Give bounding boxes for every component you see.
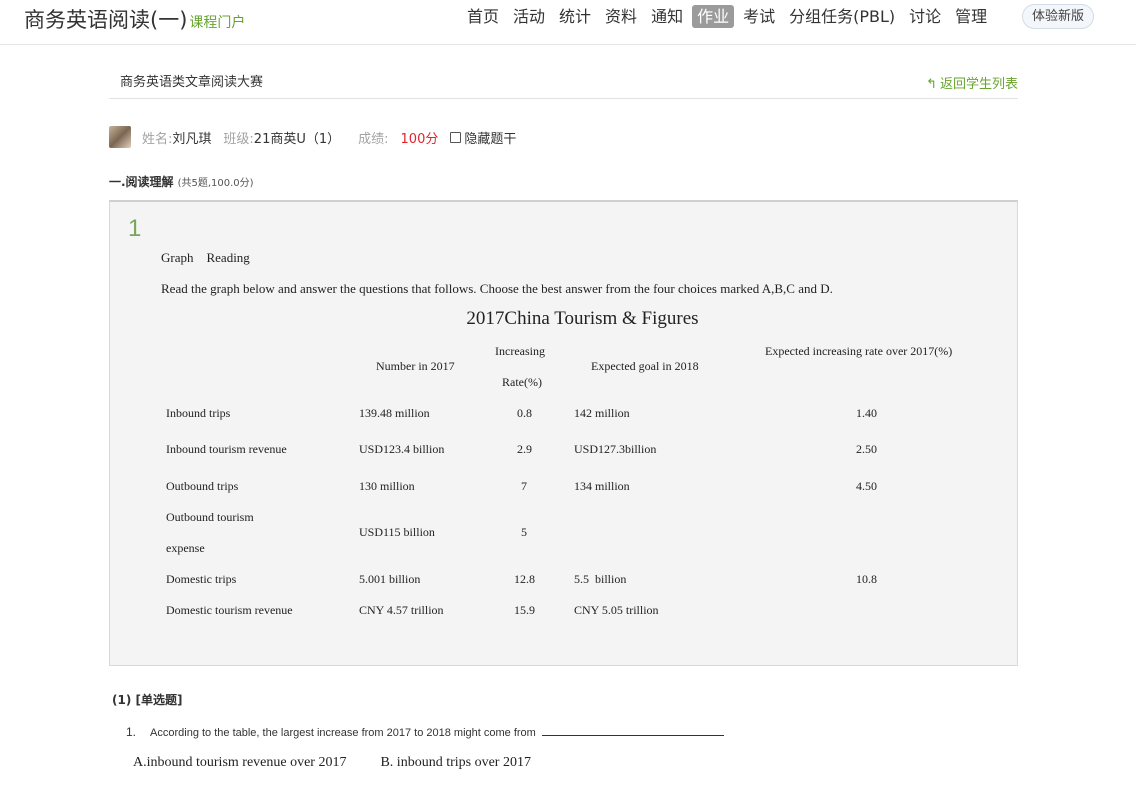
- sub-question-stem: According to the table, the largest incr…: [150, 727, 536, 739]
- cell-number: 139.48 million: [359, 406, 430, 420]
- cell-goal: 134 million: [574, 479, 630, 493]
- back-link-label: 返回学生列表: [939, 77, 1018, 92]
- try-new-version-button[interactable]: 体验新版: [1022, 4, 1094, 29]
- student-name: 刘凡琪: [172, 131, 212, 147]
- question-stem-box: 1 Graph Reading Read the graph below and…: [109, 200, 1018, 666]
- cell-number: USD123.4 billion: [359, 442, 445, 456]
- course-title: 商务英语阅读(一) 课程门户: [24, 4, 245, 34]
- cell-rate: 2.9: [517, 442, 532, 456]
- question-instruction: Read the graph below and answer the ques…: [161, 281, 833, 296]
- work-title: 商务英语类文章阅读大赛: [120, 75, 264, 90]
- cell-number: CNY 4.57 trillion: [359, 603, 444, 617]
- cell-goal: USD127.3billion: [574, 442, 657, 456]
- section-subtitle: (共5题,100.0分): [177, 178, 254, 189]
- option-b: B. inbound trips over 2017: [380, 755, 531, 770]
- cell-item: Domestic tourism revenue: [166, 603, 293, 617]
- cell-rate: 15.9: [514, 603, 535, 617]
- hide-stem-checkbox[interactable]: [450, 131, 462, 143]
- class-label: 班级:: [223, 131, 254, 147]
- cell-rate: 0.8: [517, 406, 532, 420]
- student-info: 姓名: 刘凡琪 班级: 21商英U（1） 成绩: 100分 隐藏题干: [109, 125, 516, 149]
- cell-goal: CNY 5.05 trillion: [574, 603, 659, 617]
- nav-item-activity[interactable]: 活动: [508, 5, 550, 28]
- student-score: 100分: [400, 131, 439, 147]
- header-expected-rate: Expected increasing rate over 2017(%): [765, 344, 953, 358]
- nav-item-notices[interactable]: 通知: [646, 5, 688, 28]
- answer-blank: [541, 726, 724, 736]
- cell-item: Outbound trips: [166, 479, 239, 493]
- option-a: A.inbound tourism revenue over 2017: [133, 755, 347, 770]
- cell-item: Inbound trips: [166, 406, 231, 420]
- cell-rate: 12.8: [514, 572, 535, 586]
- nav-item-homework[interactable]: 作业: [692, 4, 735, 28]
- course-title-text: 商务英语阅读(一): [24, 8, 188, 32]
- cell-number: 130 million: [359, 479, 415, 493]
- avatar: [109, 126, 131, 148]
- student-class: 21商英U（1）: [253, 131, 341, 147]
- nav-item-manage[interactable]: 管理: [950, 5, 992, 28]
- table-title: 2017China Tourism & Figures: [466, 308, 699, 329]
- cell-expected-rate: 4.50: [856, 479, 877, 493]
- header-rate: Rate(%): [502, 375, 542, 389]
- header-increasing: Increasing: [495, 344, 545, 358]
- header-number-2017: Number in 2017: [376, 359, 455, 373]
- cell-rate: 7: [521, 479, 527, 493]
- sub-question-number: 1.: [126, 725, 137, 739]
- back-to-student-list-link[interactable]: ↰ 返回学生列表: [926, 73, 1018, 92]
- cell-expected-rate: 2.50: [856, 442, 877, 456]
- cell-item: Outbound tourism: [166, 510, 254, 524]
- course-portal-link[interactable]: 课程门户: [189, 15, 245, 31]
- answer-options: A.inbound tourism revenue over 2017 B. in…: [133, 755, 531, 771]
- score-label: 成绩:: [358, 131, 389, 147]
- nav-item-home[interactable]: 首页: [462, 5, 504, 28]
- cell-expected-rate: 10.8: [856, 572, 877, 586]
- cell-number: USD115 billion: [359, 525, 435, 539]
- cell-rate: 5: [521, 525, 527, 539]
- section-title: 一.阅读理解 (共5题,100.0分): [109, 173, 254, 190]
- work-header: 商务英语类文章阅读大赛 ↰ 返回学生列表: [109, 62, 1018, 99]
- back-arrow-icon: ↰: [926, 77, 937, 92]
- cell-item: Inbound tourism revenue: [166, 442, 287, 456]
- header-goal-2018: Expected goal in 2018: [591, 359, 699, 373]
- cell-number: 5.001 billion: [359, 572, 421, 586]
- sub-question-text: 1. According to the table, the largest in…: [126, 725, 724, 739]
- top-navigation-bar: 商务英语阅读(一) 课程门户 首页 活动 统计 资料 通知 作业 考试 分组任务(…: [0, 0, 1136, 45]
- nav-item-discussion[interactable]: 讨论: [904, 5, 946, 28]
- cell-goal: 142 million: [574, 406, 630, 420]
- cell-goal: 5.5 billion: [574, 572, 627, 586]
- nav-item-materials[interactable]: 资料: [600, 5, 642, 28]
- section-title-text: 一.阅读理解: [109, 175, 174, 189]
- question-number: 1: [128, 215, 142, 242]
- hide-stem-label[interactable]: 隐藏题干: [464, 128, 516, 147]
- graph-reading-label: Graph Reading: [161, 250, 250, 265]
- cell-item: Domestic trips: [166, 572, 237, 586]
- nav-item-group-tasks[interactable]: 分组任务(PBL): [784, 5, 900, 28]
- nav-item-exams[interactable]: 考试: [738, 5, 780, 28]
- sub-question-type: (1) [单选题]: [112, 693, 183, 707]
- main-nav: 首页 活动 统计 资料 通知 作业 考试 分组任务(PBL) 讨论 管理: [462, 4, 996, 28]
- cell-expected-rate: 1.40: [856, 406, 877, 420]
- name-label: 姓名:: [142, 131, 173, 147]
- cell-item-line2: expense: [166, 541, 205, 555]
- nav-item-statistics[interactable]: 统计: [554, 5, 596, 28]
